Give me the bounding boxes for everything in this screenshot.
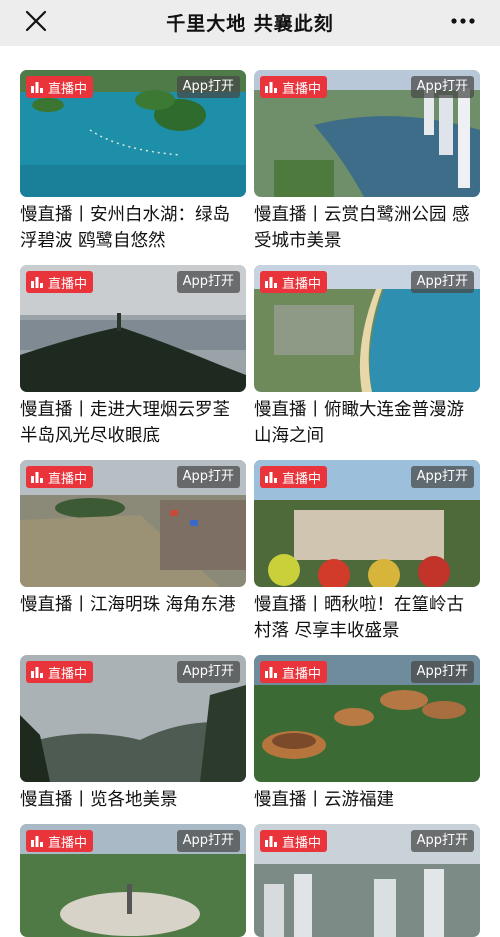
card-thumbnail[interactable]: 直播中 App打开 xyxy=(254,655,480,782)
live-label: 直播中 xyxy=(48,81,88,97)
live-signal-icon xyxy=(31,277,43,288)
card-caption[interactable]: 慢直播丨晒秋啦！在篁岭古村落 尽享丰收盛景 xyxy=(254,592,480,644)
live-badge: 直播中 xyxy=(26,76,94,98)
app-open-button[interactable]: App打开 xyxy=(410,830,474,852)
live-label: 直播中 xyxy=(282,666,322,682)
live-badge: 直播中 xyxy=(260,466,328,488)
card-thumbnail[interactable]: 直播中 App打开 xyxy=(20,655,246,782)
live-badge: 直播中 xyxy=(260,271,328,293)
live-signal-icon xyxy=(31,472,43,483)
live-label: 直播中 xyxy=(282,276,322,292)
app-open-button[interactable]: App打开 xyxy=(410,466,474,488)
card-caption[interactable]: 慢直播丨江海明珠 海角东港 xyxy=(20,592,246,618)
live-badge: 直播中 xyxy=(260,830,328,852)
live-signal-icon xyxy=(265,82,277,93)
live-badge: 直播中 xyxy=(26,466,94,488)
live-badge: 直播中 xyxy=(26,661,94,683)
app-open-button[interactable]: App打开 xyxy=(410,661,474,683)
app-open-button[interactable]: App打开 xyxy=(410,271,474,293)
app-open-button[interactable]: App打开 xyxy=(410,76,474,98)
card-thumbnail[interactable]: 直播中 App打开 xyxy=(20,265,246,392)
live-signal-icon xyxy=(265,472,277,483)
app-open-button[interactable]: App打开 xyxy=(176,271,240,293)
card-thumbnail[interactable]: 直播中 App打开 xyxy=(20,824,246,937)
card-thumbnail[interactable]: 直播中 App打开 xyxy=(20,460,246,587)
live-signal-icon xyxy=(31,667,43,678)
card-thumbnail[interactable]: 直播中 App打开 xyxy=(20,70,246,197)
card-caption[interactable]: 慢直播丨安州白水湖：绿岛浮碧波 鸥鹭自悠然 xyxy=(20,202,246,254)
live-label: 直播中 xyxy=(48,471,88,487)
live-badge: 直播中 xyxy=(26,830,94,852)
live-label: 直播中 xyxy=(48,276,88,292)
live-signal-icon xyxy=(265,836,277,847)
live-label: 直播中 xyxy=(48,666,88,682)
app-open-button[interactable]: App打开 xyxy=(176,661,240,683)
live-badge: 直播中 xyxy=(26,271,94,293)
card-thumbnail[interactable]: 直播中 App打开 xyxy=(254,460,480,587)
page-title: 千里大地 共襄此刻 xyxy=(166,13,334,35)
top-navigation-bar: 千里大地 共襄此刻 xyxy=(0,0,500,46)
live-label: 直播中 xyxy=(48,835,88,851)
live-label: 直播中 xyxy=(282,81,322,97)
live-signal-icon xyxy=(31,82,43,93)
live-badge: 直播中 xyxy=(260,661,328,683)
app-open-button[interactable]: App打开 xyxy=(176,466,240,488)
live-label: 直播中 xyxy=(282,471,322,487)
live-signal-icon xyxy=(31,836,43,847)
card-caption[interactable]: 慢直播丨云赏白鹭洲公园 感受城市美景 xyxy=(254,202,480,254)
card-thumbnail[interactable]: 直播中 App打开 xyxy=(254,70,480,197)
card-caption[interactable]: 慢直播丨走进大理烟云罗荃 半岛风光尽收眼底 xyxy=(20,397,246,449)
more-dots-icon[interactable] xyxy=(450,13,476,29)
app-open-button[interactable]: App打开 xyxy=(176,830,240,852)
card-thumbnail[interactable]: 直播中 App打开 xyxy=(254,265,480,392)
live-badge: 直播中 xyxy=(260,76,328,98)
live-signal-icon xyxy=(265,667,277,678)
live-label: 直播中 xyxy=(282,835,322,851)
live-signal-icon xyxy=(265,277,277,288)
app-open-button[interactable]: App打开 xyxy=(176,76,240,98)
card-caption[interactable]: 慢直播丨览各地美景 xyxy=(20,787,246,813)
card-caption[interactable]: 慢直播丨云游福建 xyxy=(254,787,480,813)
card-thumbnail[interactable]: 直播中 App打开 xyxy=(254,824,480,937)
card-caption[interactable]: 慢直播丨俯瞰大连金普漫游山海之间 xyxy=(254,397,480,449)
